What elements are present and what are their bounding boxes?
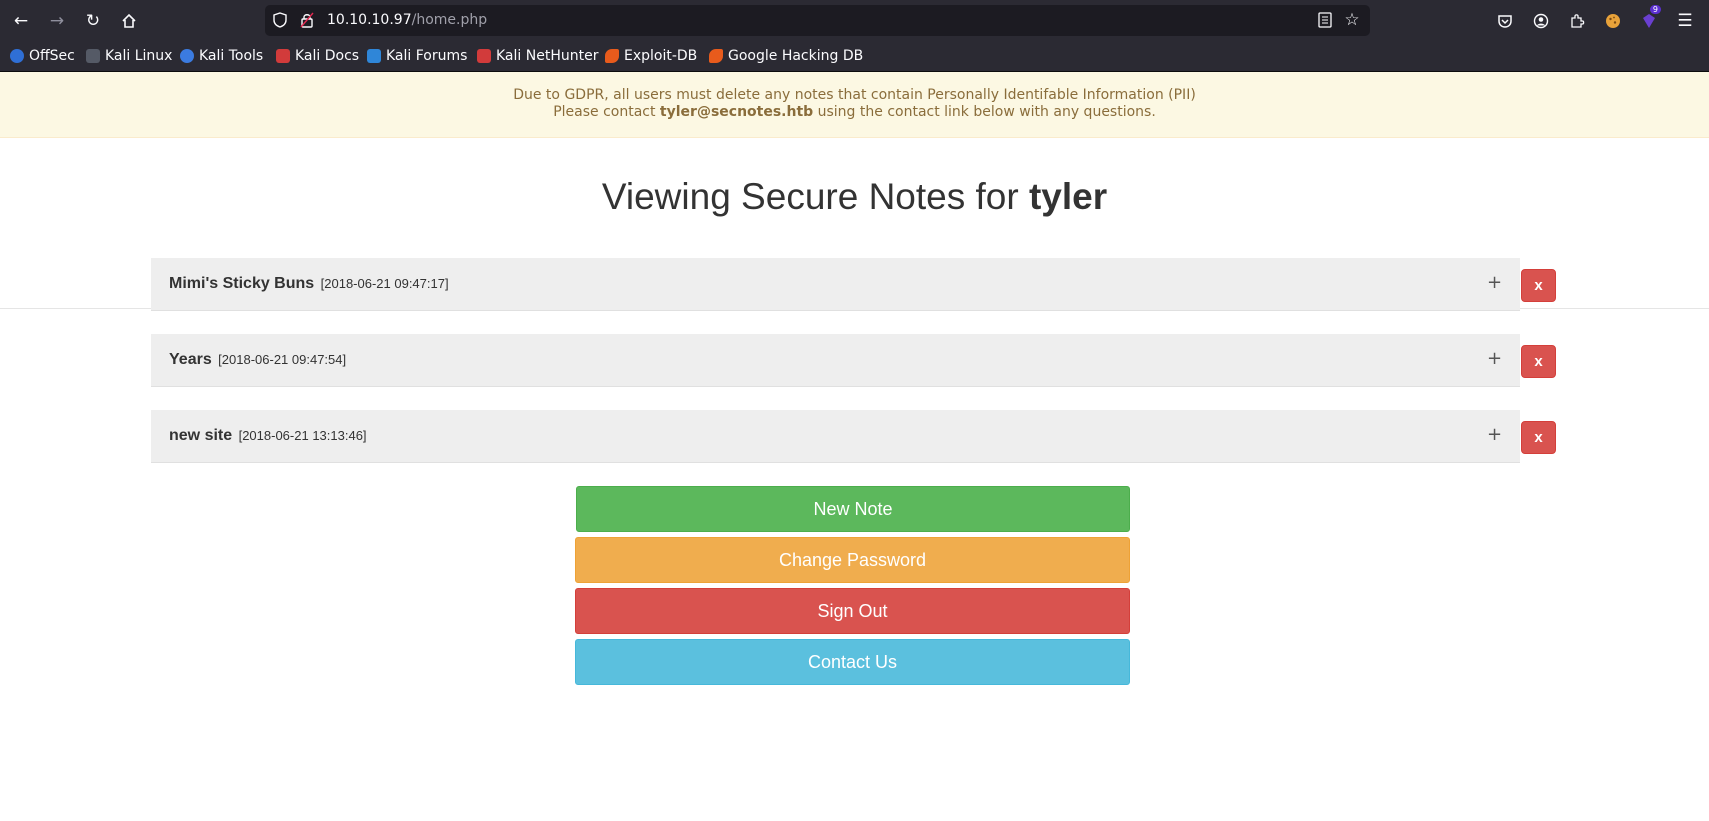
extensions-icon[interactable] — [1563, 7, 1591, 35]
contact-us-button[interactable]: Contact Us — [575, 639, 1130, 685]
browser-toolbar: ← → ↻ 10.10.10.97/home.php ☆ 9 ☰ — [0, 0, 1709, 41]
note-title: Mimi's Sticky Buns [2018-06-21 09:47:17] — [169, 275, 449, 292]
tracking-shield-icon[interactable] — [271, 11, 289, 29]
bookmark-star-icon[interactable]: ☆ — [1343, 10, 1361, 30]
note-item[interactable]: Years [2018-06-21 09:47:54] + — [151, 334, 1520, 387]
url-text[interactable]: 10.10.10.97/home.php — [327, 12, 487, 28]
kali-forums-icon — [367, 49, 381, 63]
page-title-username: tyler — [1028, 176, 1108, 217]
note-item[interactable]: Mimi's Sticky Buns [2018-06-21 09:47:17]… — [151, 258, 1520, 311]
note-date: [2018-06-21 13:13:46] — [238, 428, 367, 443]
reload-icon[interactable]: ↻ — [79, 7, 107, 35]
cookie-extension-icon[interactable] — [1599, 7, 1627, 35]
expand-note-icon[interactable]: + — [1487, 348, 1502, 369]
gdpr-notice-line1: Due to GDPR, all users must delete any n… — [513, 87, 1196, 103]
note-title: Years [2018-06-21 09:47:54] — [169, 351, 347, 368]
insecure-lock-icon[interactable] — [298, 11, 316, 29]
change-password-button[interactable]: Change Password — [575, 537, 1130, 583]
note-title: new site [2018-06-21 13:13:46] — [169, 427, 367, 444]
page-title: Viewing Secure Notes for tyler — [601, 176, 1108, 217]
expand-note-icon[interactable]: + — [1487, 272, 1502, 293]
reader-view-icon[interactable] — [1316, 11, 1334, 29]
foxyproxy-icon[interactable]: 9 — [1635, 5, 1663, 35]
delete-note-button[interactable]: x — [1521, 421, 1556, 454]
gdpr-notice-line2: Please contact tyler@secnotes.htb using … — [553, 104, 1156, 120]
bookmark-exploit-db[interactable]: Exploit-DB — [605, 46, 697, 66]
page-content: Due to GDPR, all users must delete any n… — [0, 72, 1709, 821]
bookmarks-toolbar: OffSec Kali Linux Kali Tools Kali Docs K… — [0, 41, 1709, 72]
new-note-button[interactable]: New Note — [576, 486, 1130, 532]
note-date: [2018-06-21 09:47:54] — [218, 352, 347, 367]
expand-note-icon[interactable]: + — [1487, 424, 1502, 445]
account-icon[interactable] — [1527, 7, 1555, 35]
bookmark-offsec[interactable]: OffSec — [10, 46, 75, 66]
delete-note-button[interactable]: x — [1521, 269, 1556, 302]
extension-badge: 9 — [1649, 5, 1661, 14]
menu-icon[interactable]: ☰ — [1671, 7, 1699, 35]
bookmark-kali-linux[interactable]: Kali Linux — [86, 46, 172, 66]
ghdb-icon — [709, 49, 723, 63]
gdpr-notice: Due to GDPR, all users must delete any n… — [0, 72, 1709, 138]
delete-note-button[interactable]: x — [1521, 345, 1556, 378]
url-bar[interactable]: 10.10.10.97/home.php ☆ — [265, 5, 1370, 36]
pocket-icon[interactable] — [1491, 7, 1519, 35]
note-item[interactable]: new site [2018-06-21 13:13:46] + — [151, 410, 1520, 463]
bookmark-kali-forums[interactable]: Kali Forums — [367, 46, 467, 66]
kali-nethunter-icon — [477, 49, 491, 63]
kali-tools-icon — [180, 49, 194, 63]
bookmark-kali-nethunter[interactable]: Kali NetHunter — [477, 46, 598, 66]
bookmark-kali-tools[interactable]: Kali Tools — [180, 46, 263, 66]
bookmark-kali-docs[interactable]: Kali Docs — [276, 46, 359, 66]
home-icon[interactable] — [115, 7, 143, 35]
offsec-favicon-icon — [10, 49, 24, 63]
kali-docs-icon — [276, 49, 290, 63]
bookmark-google-hacking-db[interactable]: Google Hacking DB — [709, 46, 863, 66]
note-date: [2018-06-21 09:47:17] — [320, 276, 449, 291]
forward-icon[interactable]: → — [43, 7, 71, 35]
exploit-db-icon — [605, 49, 619, 63]
sign-out-button[interactable]: Sign Out — [575, 588, 1130, 634]
contact-email: tyler@secnotes.htb — [659, 104, 814, 120]
kali-dragon-icon — [86, 49, 100, 63]
back-icon[interactable]: ← — [7, 7, 35, 35]
